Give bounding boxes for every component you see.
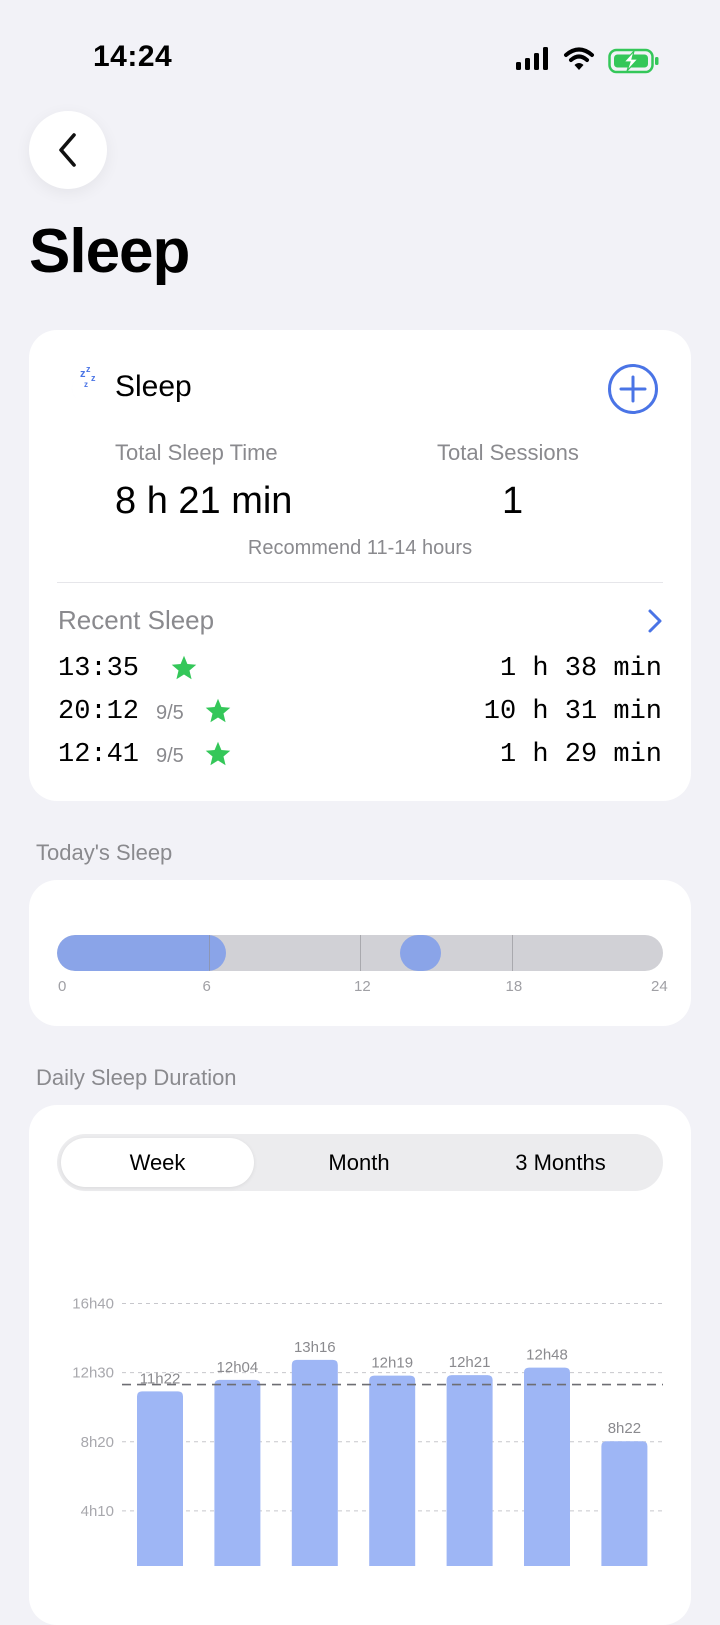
signal-icon xyxy=(516,47,548,70)
status-time: 14:24 xyxy=(93,40,173,73)
timeline-tick-label: 24 xyxy=(651,978,668,995)
y-tick-label: 16h40 xyxy=(72,1296,114,1313)
total-sleep-label: Total Sleep Time xyxy=(115,440,278,465)
recent-sleep-title[interactable]: Recent Sleep xyxy=(58,605,214,636)
sleep-start-time: 13:35 xyxy=(58,654,140,684)
sleep-segment xyxy=(57,935,227,971)
bar-value-label: 13h16 xyxy=(294,1339,336,1356)
recent-sleep-row[interactable]: 12:41 9/5 1 h 29 min xyxy=(58,740,662,776)
sleep-duration: 1 h 38 min xyxy=(499,654,662,684)
sleep-duration: 10 h 31 min xyxy=(483,697,662,727)
chart-bar xyxy=(137,1391,183,1566)
moon-sleep-icon: z z z z xyxy=(71,365,96,402)
daily-sleep-bar-chart: 16h4012h308h204h1011h2212h0413h1612h19 12… xyxy=(72,1296,663,1566)
svg-text:z: z xyxy=(91,373,96,383)
timeline-hour-marker xyxy=(511,935,513,971)
timeline-tick-label: 12 xyxy=(354,978,371,995)
total-sessions-value: 1 xyxy=(502,480,524,522)
chart-bar xyxy=(214,1379,261,1566)
todays-sleep-timeline xyxy=(57,935,663,971)
daily-sleep-duration-label: Daily Sleep Duration xyxy=(36,1065,237,1090)
bar-value-label: 12h04 xyxy=(217,1359,259,1376)
period-segmented-control: Week Month 3 Months xyxy=(57,1134,663,1191)
timeline-hour-marker xyxy=(360,935,361,971)
star-icon xyxy=(205,741,231,766)
sleep-segment xyxy=(400,935,441,971)
chart-bar xyxy=(601,1441,648,1566)
status-icons xyxy=(516,47,659,74)
todays-sleep-label: Today's Sleep xyxy=(36,840,173,865)
recommendation-text: Recommend 11-14 hours xyxy=(247,537,473,559)
y-tick-label: 12h30 xyxy=(72,1365,114,1382)
timeline-tick-label: 18 xyxy=(505,978,523,995)
sleep-date: 9/5 xyxy=(156,745,184,767)
chevron-left-icon xyxy=(59,133,76,167)
sleep-date: 9/5 xyxy=(156,702,184,724)
chart-bar xyxy=(291,1359,338,1566)
add-sleep-button[interactable] xyxy=(607,363,659,415)
chart-bar xyxy=(524,1367,570,1566)
timeline-tick-label: 0 xyxy=(58,978,67,995)
divider xyxy=(57,582,663,583)
recent-sleep-row[interactable]: 13:35 1 h 38 min xyxy=(58,654,662,690)
timeline-tick-label: 6 xyxy=(202,978,211,995)
total-sleep-value: 8 h 21 min xyxy=(115,480,293,522)
sleep-start-time: 20:12 xyxy=(58,697,140,727)
back-button[interactable] xyxy=(29,111,107,189)
tab-3-months[interactable]: 3 Months xyxy=(462,1138,659,1187)
sleep-start-time: 12:41 xyxy=(58,740,140,770)
total-sessions-label: Total Sessions xyxy=(437,440,579,465)
svg-text:z: z xyxy=(84,380,88,389)
tab-month[interactable]: Month xyxy=(258,1138,460,1187)
tab-week[interactable]: Week xyxy=(61,1138,254,1187)
recent-sleep-row[interactable]: 20:12 9/5 10 h 31 min xyxy=(58,697,662,733)
star-icon xyxy=(171,655,197,680)
bar-value-label: 12h48 xyxy=(526,1347,568,1364)
sleep-card-title: Sleep xyxy=(115,370,192,403)
chevron-right-icon[interactable] xyxy=(645,608,665,634)
chart-bar xyxy=(369,1375,416,1566)
y-tick-label: 8h20 xyxy=(81,1434,114,1451)
sleep-duration: 1 h 29 min xyxy=(499,740,662,770)
chart-bar xyxy=(446,1375,493,1566)
timeline-hour-marker xyxy=(208,935,210,971)
battery-charging-icon xyxy=(608,48,659,74)
wifi-icon xyxy=(564,47,594,70)
star-icon xyxy=(205,698,231,723)
y-tick-label: 4h10 xyxy=(81,1503,114,1520)
bar-value-label: 12h21 xyxy=(449,1354,491,1371)
bar-value-label: 12h19 xyxy=(371,1355,413,1372)
bar-value-label: 8h22 xyxy=(608,1420,641,1437)
page-title: Sleep xyxy=(29,217,190,286)
